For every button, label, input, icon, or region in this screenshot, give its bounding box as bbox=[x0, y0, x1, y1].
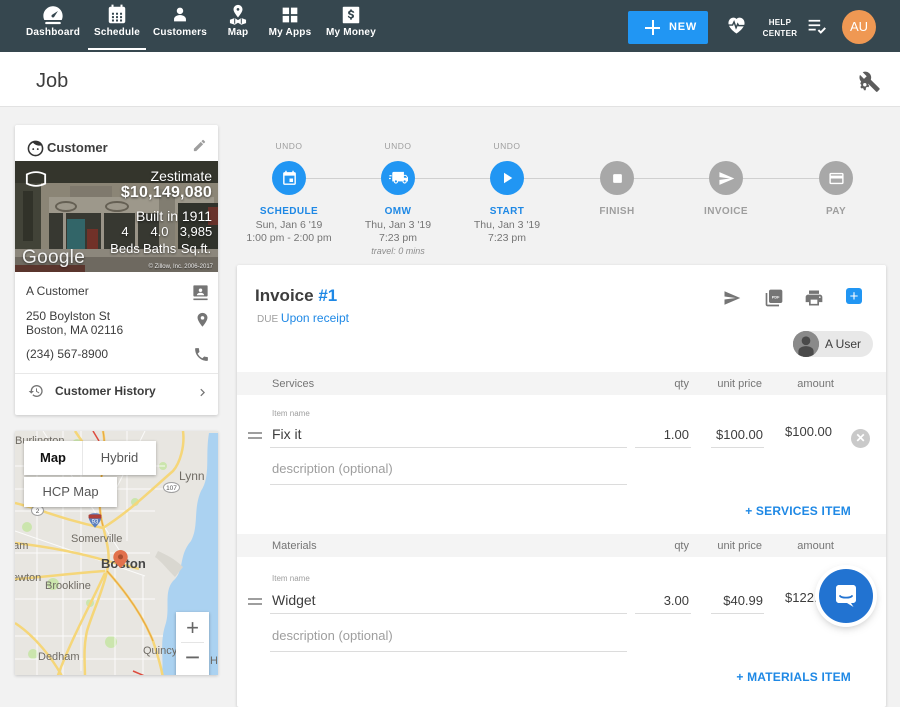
svg-text:107: 107 bbox=[166, 485, 177, 492]
svg-text:93: 93 bbox=[92, 520, 99, 526]
svg-text:2: 2 bbox=[36, 508, 40, 515]
svg-text:PDF: PDF bbox=[772, 296, 780, 300]
